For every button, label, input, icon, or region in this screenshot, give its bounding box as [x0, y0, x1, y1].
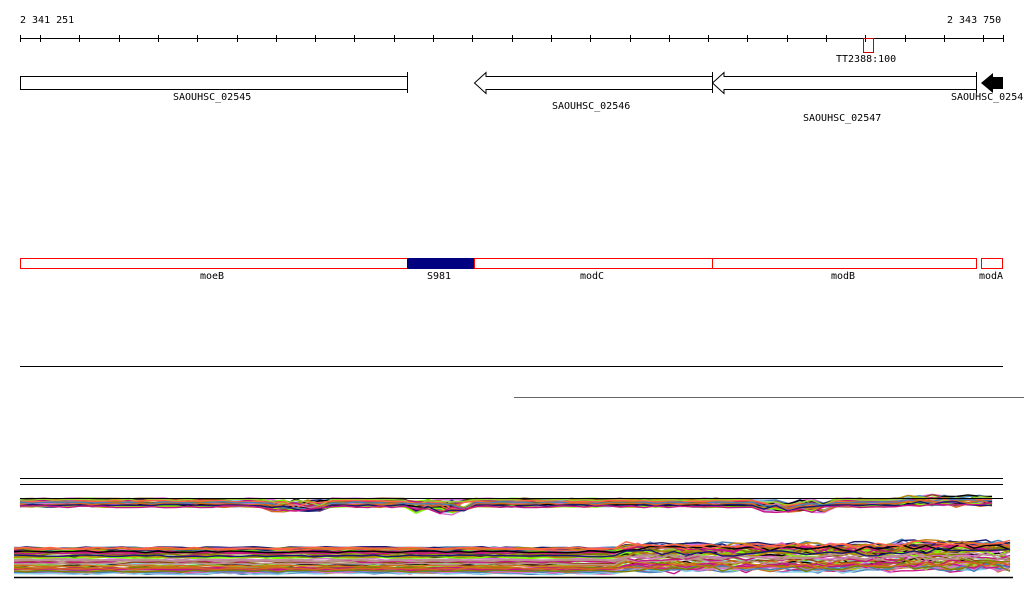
ruler-start-label: 2 341 251: [20, 15, 74, 26]
gene-SAOUHSC_02545[interactable]: SAOUHSC_02545: [20, 72, 408, 103]
feature-modC[interactable]: modC: [474, 258, 713, 283]
gene-label: SAOUHSC_02546: [552, 101, 630, 112]
gene-label: SAOUHSC_02545: [173, 92, 251, 103]
expression-profiles: [13, 493, 1011, 576]
feature-label: modB: [831, 271, 855, 282]
feature-modB[interactable]: modB: [712, 258, 977, 283]
feature-label: modC: [580, 271, 604, 282]
tt-marker-label: TT2388:100: [836, 54, 896, 65]
feature-S981[interactable]: S981: [407, 258, 475, 283]
ruler-end-label: 2 343 750: [947, 15, 1001, 26]
feature-modA[interactable]: modA: [979, 258, 1003, 283]
feature-label: moeB: [200, 271, 224, 282]
coordinate-ruler: [20, 35, 1004, 42]
feature-label: S981: [427, 271, 451, 282]
feature-label: modA: [979, 271, 1003, 282]
gene-SAOUHSC_02547[interactable]: SAOUHSC_02547: [711, 71, 977, 124]
gene-SAOUHSC_02546[interactable]: SAOUHSC_02546: [473, 71, 713, 113]
gene-label: SAOUHSC_0254: [951, 92, 1023, 103]
genome-browser-canvas: 2 341 251 2 343 750 TT2388:100 SAOUHSC_0…: [13, 15, 1024, 579]
feature-moeB[interactable]: moeB: [20, 258, 408, 283]
gene-label: SAOUHSC_02547: [803, 113, 881, 124]
